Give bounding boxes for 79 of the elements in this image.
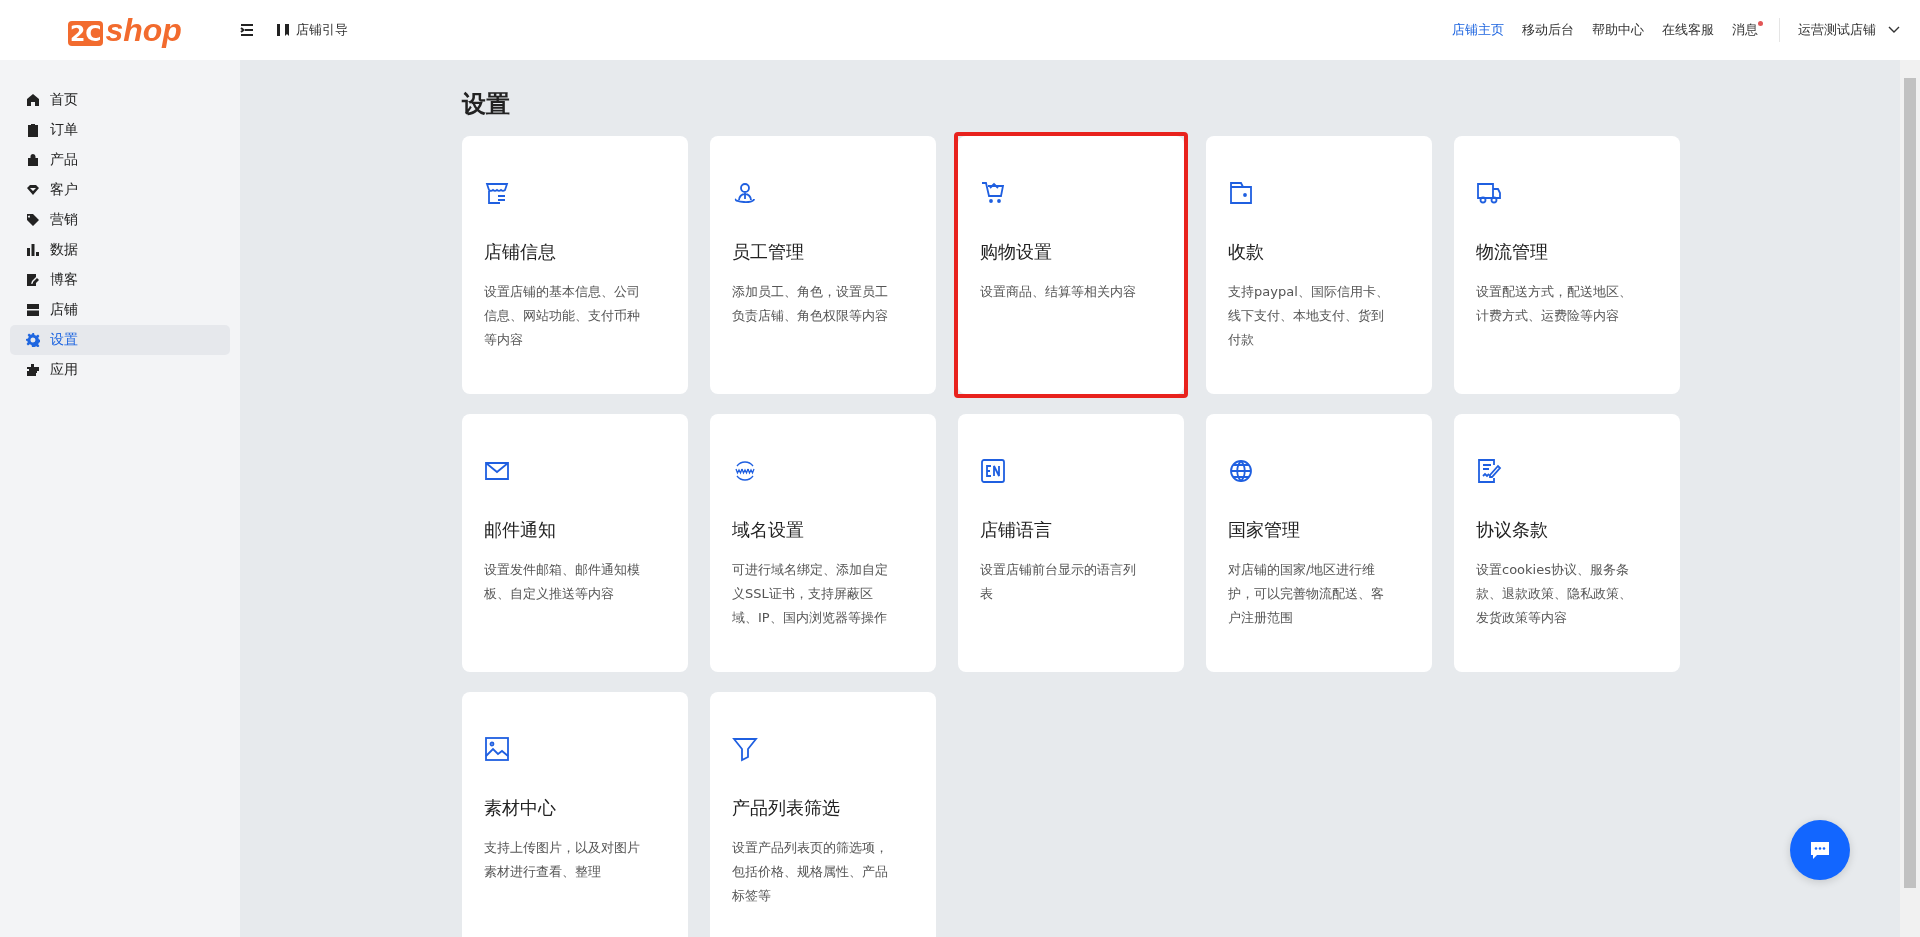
settings-card[interactable]: 购物设置 设置商品、结算等相关内容 <box>958 136 1184 394</box>
sidebar-item[interactable]: 订单 <box>10 115 230 145</box>
card-title: 收款 <box>1228 240 1265 264</box>
header-link[interactable]: 移动后台 <box>1522 21 1574 39</box>
filter-icon <box>732 736 758 762</box>
card-title: 店铺信息 <box>484 240 557 264</box>
card-description: 设置店铺前台显示的语言列表 <box>980 561 1137 603</box>
card-description: 设置店铺的基本信息、公司信息、网站功能、支付币种等内容 <box>484 283 641 349</box>
en-icon <box>980 458 1006 484</box>
bag-icon <box>26 153 40 167</box>
store-icon <box>26 303 40 317</box>
sidebar-item[interactable]: 应用 <box>10 355 230 385</box>
sidebar-item[interactable]: 店铺 <box>10 295 230 325</box>
card-description: 设置产品列表页的筛选项，包括价格、规格属性、产品标签等 <box>732 839 889 905</box>
card-description: 设置配送方式，配送地区、计费方式、运费险等内容 <box>1476 283 1633 325</box>
header-link[interactable]: 消息 <box>1732 21 1758 39</box>
person-icon <box>732 180 758 206</box>
card-description: 对店铺的国家/地区进行维护，可以完善物流配送、客户注册范围 <box>1228 561 1385 627</box>
caret-icon <box>1888 26 1900 34</box>
book-icon <box>276 23 290 37</box>
home-icon <box>26 93 40 107</box>
card-title: 产品列表筛选 <box>732 796 841 820</box>
sidebar-item[interactable]: 设置 <box>10 325 230 355</box>
header-link[interactable]: 在线客服 <box>1662 21 1714 39</box>
edit-icon <box>26 273 40 287</box>
storefront-icon <box>484 180 510 206</box>
chat-button[interactable] <box>1790 820 1850 880</box>
card-title: 素材中心 <box>484 796 557 820</box>
settings-card[interactable]: 域名设置 可进行域名绑定、添加自定义SSL证书，支持屏蔽区域、IP、国内浏览器等操作 <box>710 414 936 672</box>
sidebar-item[interactable]: 首页 <box>10 85 230 115</box>
sidebar-item[interactable]: 客户 <box>10 175 230 205</box>
diamond-icon <box>26 183 40 197</box>
globe-icon <box>1228 458 1254 484</box>
page-title: 设置 <box>462 89 511 120</box>
sidebar-item[interactable]: 数据 <box>10 235 230 265</box>
settings-card[interactable]: 员工管理 添加员工、角色，设置员工负责店铺、角色权限等内容 <box>710 136 936 394</box>
card-title: 员工管理 <box>732 240 805 264</box>
tag-icon <box>26 213 40 227</box>
puzzle-icon <box>26 363 40 377</box>
settings-card[interactable]: 素材中心 支持上传图片，以及对图片素材进行查看、整理 <box>462 692 688 937</box>
card-description: 可进行域名绑定、添加自定义SSL证书，支持屏蔽区域、IP、国内浏览器等操作 <box>732 561 889 627</box>
card-description: 支持paypal、国际信用卡、线下支付、本地支付、货到付款 <box>1228 283 1390 349</box>
wallet-icon <box>1228 180 1254 206</box>
menu-icon[interactable] <box>240 24 254 36</box>
image-icon <box>484 736 510 762</box>
sidebar-item[interactable]: 博客 <box>10 265 230 295</box>
header-link[interactable]: 帮助中心 <box>1592 21 1644 39</box>
card-title: 店铺语言 <box>980 518 1053 542</box>
truck-icon <box>1476 180 1502 206</box>
settings-card[interactable]: 产品列表筛选 设置产品列表页的筛选项，包括价格、规格属性、产品标签等 <box>710 692 936 937</box>
settings-card[interactable]: 物流管理 设置配送方式，配送地区、计费方式、运费险等内容 <box>1454 136 1680 394</box>
settings-card[interactable]: 收款 支持paypal、国际信用卡、线下支付、本地支付、货到付款 <box>1206 136 1432 394</box>
card-title: 国家管理 <box>1228 518 1301 542</box>
header-link[interactable]: 店铺主页 <box>1452 21 1504 39</box>
card-description: 设置商品、结算等相关内容 <box>980 283 1137 301</box>
card-title: 购物设置 <box>980 240 1053 264</box>
card-title: 物流管理 <box>1476 240 1549 264</box>
clipboard-icon <box>26 123 40 137</box>
settings-card[interactable]: 店铺信息 设置店铺的基本信息、公司信息、网站功能、支付币种等内容 <box>462 136 688 394</box>
cart-icon <box>980 180 1006 206</box>
store-guide-link[interactable]: 店铺引导 <box>276 21 348 39</box>
settings-card[interactable]: 协议条款 设置cookies协议、服务条款、退款政策、隐私政策、发货政策等内容 <box>1454 414 1680 672</box>
document-pen-icon <box>1476 458 1502 484</box>
settings-icon <box>26 333 40 347</box>
store-dropdown[interactable]: 运营测试店铺 <box>1798 21 1900 39</box>
card-description: 设置cookies协议、服务条款、退款政策、隐私政策、发货政策等内容 <box>1476 561 1633 627</box>
bar-chart-icon <box>26 243 40 257</box>
card-title: 协议条款 <box>1476 518 1549 542</box>
sidebar-item[interactable]: 营销 <box>10 205 230 235</box>
card-description: 设置发件邮箱、邮件通知模板、自定义推送等内容 <box>484 561 641 603</box>
card-description: 支持上传图片，以及对图片素材进行查看、整理 <box>484 839 641 881</box>
settings-card[interactable]: 邮件通知 设置发件邮箱、邮件通知模板、自定义推送等内容 <box>462 414 688 672</box>
card-title: 邮件通知 <box>484 518 557 542</box>
settings-card[interactable]: 店铺语言 设置店铺前台显示的语言列表 <box>958 414 1184 672</box>
card-title: 域名设置 <box>732 518 805 542</box>
settings-card[interactable]: 国家管理 对店铺的国家/地区进行维护，可以完善物流配送、客户注册范围 <box>1206 414 1432 672</box>
sidebar-item[interactable]: 产品 <box>10 145 230 175</box>
card-description: 添加员工、角色，设置员工负责店铺、角色权限等内容 <box>732 283 889 325</box>
scrollbar[interactable] <box>1900 60 1920 937</box>
